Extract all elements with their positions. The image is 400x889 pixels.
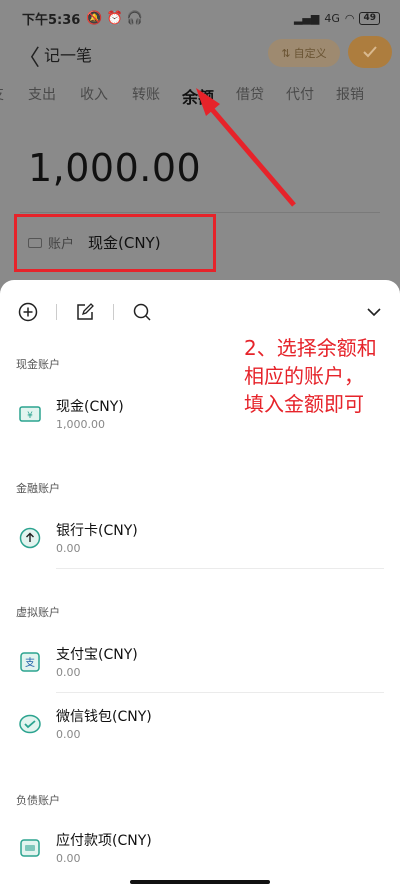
account-name: 银行卡(CNY) [56,523,138,539]
alipay-icon: 支 [20,652,40,672]
account-balance: 0.00 [56,852,81,865]
account-name: 支付宝(CNY) [56,647,138,663]
section-title-finance: 金融账户 [16,482,60,495]
svg-text:支: 支 [25,657,35,669]
annotation-line: 填入金额即可 [244,392,364,416]
section-title-virtual: 虚拟账户 [16,606,60,619]
annotation-line: 相应的账户， [244,364,364,388]
account-item-bank[interactable]: 银行卡(CNY) 0.00 [18,518,384,562]
annotation-line: 2、选择余额和 [244,336,377,360]
home-indicator[interactable] [130,880,270,884]
annotation-arrow [196,88,296,207]
payable-icon [20,839,40,857]
account-name: 现金(CNY) [56,399,124,415]
account-item-alipay[interactable]: 支 支付宝(CNY) 0.00 [18,642,384,686]
section-title-debt: 负债账户 [16,794,60,807]
account-name: 应付款项(CNY) [56,833,152,849]
account-item-wechat[interactable]: 微信钱包(CNY) 0.00 [18,704,384,748]
account-balance: 1,000.00 [56,418,105,431]
account-balance: 0.00 [56,728,81,741]
cash-icon: ¥ [19,406,41,422]
section-title-cash: 现金账户 [16,358,60,371]
wechat-icon [19,714,41,734]
account-item-payable[interactable]: 应付款项(CNY) 0.00 [18,828,384,872]
account-balance: 0.00 [56,542,81,555]
arrow-shaft [202,98,296,207]
annotation-text: 2、选择余额和 相应的账户， 填入金额即可 [244,334,400,418]
svg-text:¥: ¥ [27,411,33,421]
list-divider [56,692,384,693]
account-name: 微信钱包(CNY) [56,709,152,725]
list-divider [56,568,384,569]
account-balance: 0.00 [56,666,81,679]
bank-card-icon [19,527,41,549]
